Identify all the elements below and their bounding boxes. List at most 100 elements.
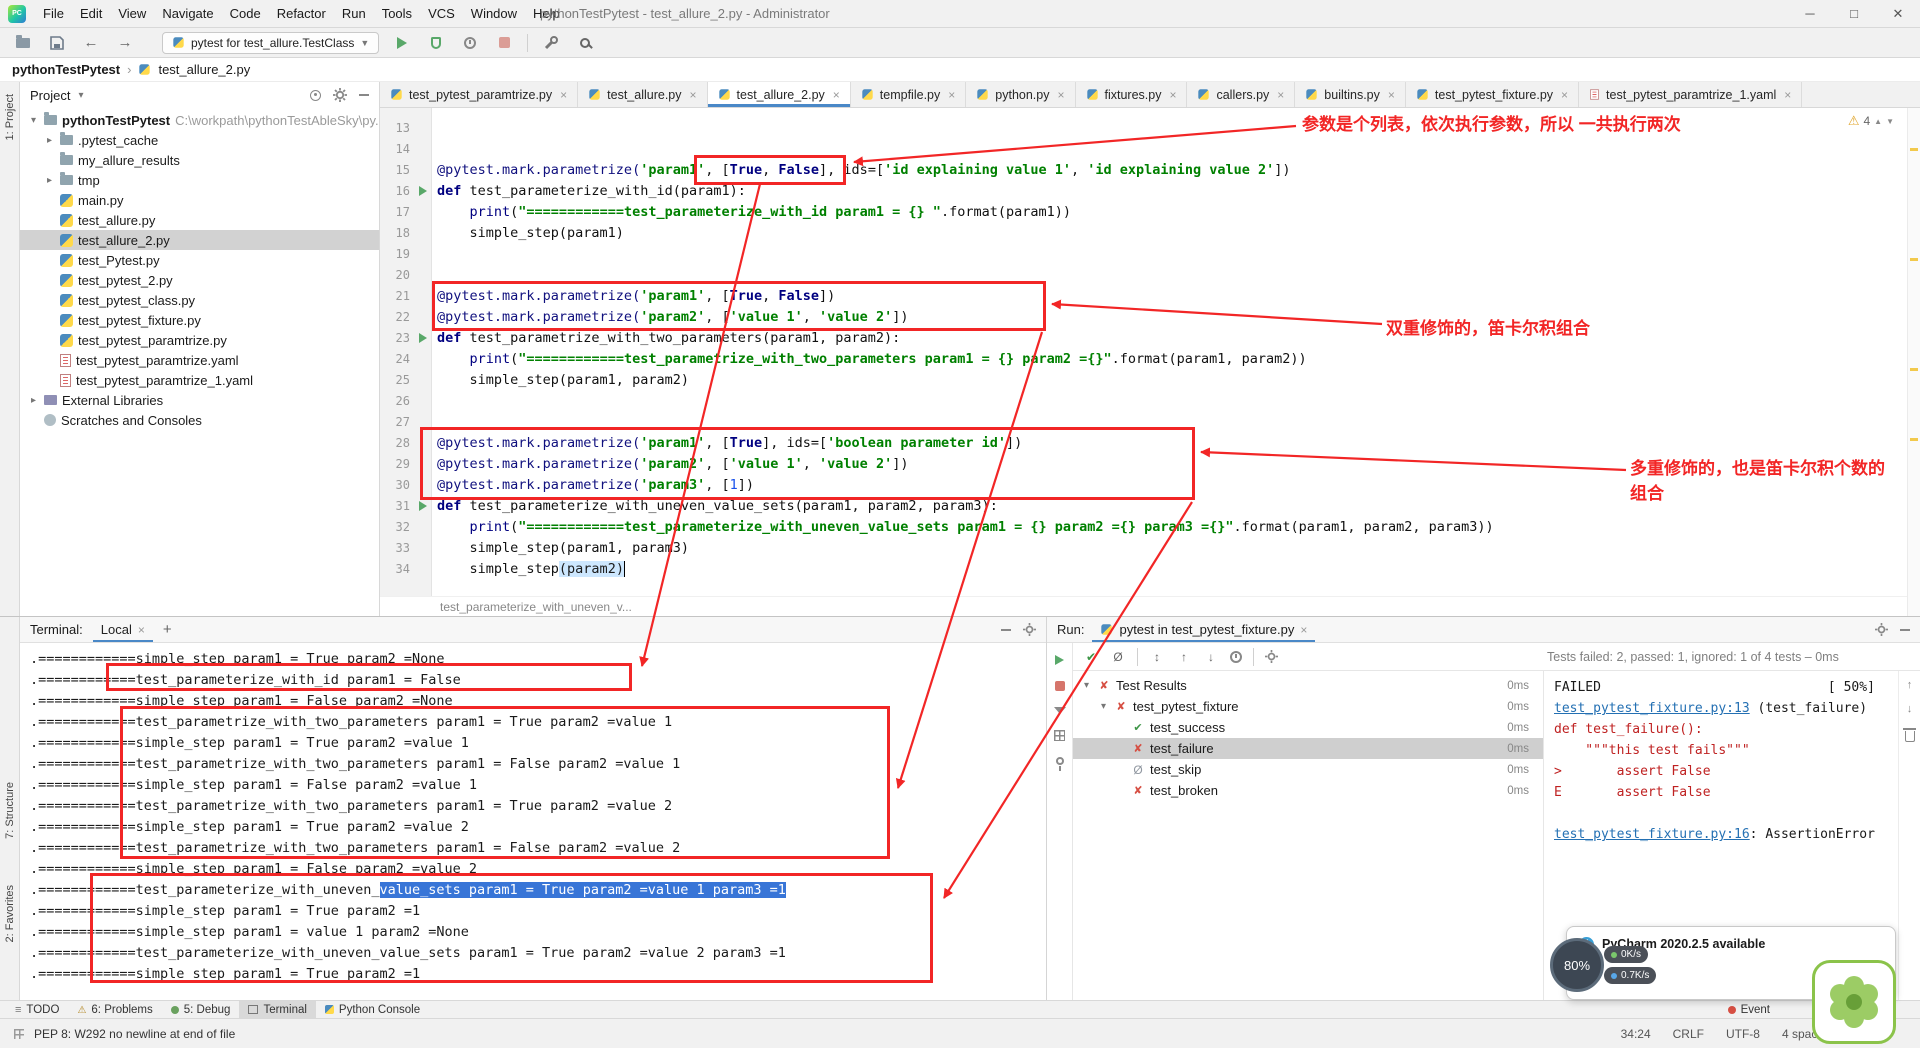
tree-item[interactable]: test_pytest_paramtrize.py [20, 330, 379, 350]
tree-item[interactable]: main.py [20, 190, 379, 210]
editor-tab[interactable]: test_pytest_paramtrize.py × [380, 82, 579, 107]
test-tree-item[interactable]: ✘ test_broken 0ms [1073, 780, 1543, 801]
close-tab-icon[interactable]: × [560, 88, 567, 102]
editor-tab[interactable]: builtins.py × [1295, 82, 1406, 107]
error-stripe[interactable] [1907, 108, 1920, 616]
minimize-panel-icon[interactable] [1001, 628, 1011, 631]
code-line[interactable]: 28 @pytest.mark.parametrize('param1', [Tr… [380, 432, 1494, 453]
caret-position[interactable]: 34:24 [1621, 1027, 1651, 1041]
code-line[interactable]: 24 print("============test_parametrize_w… [380, 348, 1494, 369]
open-project-icon[interactable] [12, 32, 34, 54]
run-configuration-select[interactable]: pytest for test_allure.TestClass ▼ [162, 31, 380, 54]
tree-item[interactable]: test_pytest_fixture.py [20, 310, 379, 330]
previous-failed-icon[interactable]: ↑ [1176, 650, 1192, 664]
test-tree-item[interactable]: ✘ test_failure 0ms [1073, 738, 1543, 759]
menu-item-code[interactable]: Code [223, 2, 268, 25]
scroll-up-icon[interactable]: ↑ [1907, 679, 1913, 691]
toolwindow-button-python-console[interactable]: Python Console [316, 1001, 429, 1018]
code-line[interactable]: 25 simple_step(param1, param2) [380, 369, 1494, 390]
code-line[interactable]: 29 @pytest.mark.parametrize('param2', ['v… [380, 453, 1494, 474]
filter-icon[interactable] [1053, 707, 1066, 714]
close-tab-icon[interactable]: × [1057, 88, 1064, 102]
rerun-icon[interactable] [1055, 655, 1064, 665]
editor-tab[interactable]: test_pytest_fixture.py × [1406, 82, 1580, 107]
code-line[interactable]: 23 def test_parametrize_with_two_paramete… [380, 327, 1494, 348]
tree-item[interactable]: Scratches and Consoles [20, 410, 379, 430]
close-icon[interactable]: ✕ [1876, 0, 1920, 27]
menu-item-vcs[interactable]: VCS [421, 2, 462, 25]
chevron-icon[interactable]: ▸ [44, 135, 55, 146]
test-tree-item[interactable]: ✔ test_success 0ms [1073, 717, 1543, 738]
close-tab-icon[interactable]: × [1169, 88, 1176, 102]
code-line[interactable]: 27 [380, 411, 1494, 432]
stop-icon[interactable] [493, 32, 515, 54]
menu-item-refactor[interactable]: Refactor [270, 2, 333, 25]
close-tab-icon[interactable]: × [833, 88, 840, 102]
menu-item-navigate[interactable]: Navigate [155, 2, 220, 25]
tree-item[interactable]: test_pytest_2.py [20, 270, 379, 290]
code-line[interactable]: 13 [380, 117, 1494, 138]
code-line[interactable]: 15 @pytest.mark.parametrize('param1', [Tr… [380, 159, 1494, 180]
code-line[interactable]: 22 @pytest.mark.parametrize('param2', ['v… [380, 306, 1494, 327]
tree-item[interactable]: my_allure_results [20, 150, 379, 170]
editor-tab[interactable]: callers.py × [1187, 82, 1296, 107]
editor-body[interactable]: 13 14 15 @pytest.mark.parametrize('param1',… [380, 108, 1920, 616]
test-history-icon[interactable] [1054, 730, 1065, 741]
tree-item[interactable]: test_pytest_class.py [20, 290, 379, 310]
search-icon[interactable] [574, 32, 596, 54]
inspection-widget[interactable]: ⚠ 4 ▲ ▼ [1848, 113, 1894, 129]
close-icon[interactable]: × [1300, 623, 1307, 637]
editor-tab[interactable]: test_allure_2.py × [707, 82, 851, 107]
editor-tab[interactable]: tempfile.py × [851, 82, 967, 107]
tool-stripe-project[interactable]: 1: Project [4, 94, 16, 140]
editor-tab[interactable]: test_allure.py × [578, 82, 708, 107]
code-line[interactable]: 21 @pytest.mark.parametrize('param1', [Tr… [380, 285, 1494, 306]
run-tab[interactable]: pytest in test_pytest_fixture.py × [1092, 617, 1315, 642]
line-separator[interactable]: CRLF [1673, 1027, 1704, 1041]
tree-item[interactable]: test_pytest_paramtrize_1.yaml [20, 370, 379, 390]
editor-tab[interactable]: test_pytest_paramtrize_1.yaml × [1579, 82, 1803, 107]
editor-tab[interactable]: python.py × [966, 82, 1076, 107]
event-log-button[interactable]: Event [1727, 1004, 1770, 1016]
coverage-icon[interactable] [425, 32, 447, 54]
run-line-icon[interactable] [413, 332, 432, 343]
pin-icon[interactable] [1055, 757, 1064, 771]
menu-item-window[interactable]: Window [464, 2, 524, 25]
tree-item[interactable]: test_Pytest.py [20, 250, 379, 270]
forward-icon[interactable]: → [114, 32, 136, 54]
gear-icon[interactable] [1265, 650, 1278, 663]
tool-stripe-favorites[interactable]: 2: Favorites [4, 885, 16, 942]
test-duration-icon[interactable] [1230, 650, 1242, 663]
minimize-panel-icon[interactable] [1900, 628, 1910, 631]
profiler-icon[interactable] [459, 32, 481, 54]
menu-item-edit[interactable]: Edit [73, 2, 109, 25]
status-grid-icon[interactable] [14, 1028, 24, 1039]
toolwindow-button-5-debug[interactable]: 5: Debug [162, 1001, 240, 1018]
run-line-icon[interactable] [413, 185, 432, 196]
code-line[interactable]: 34 simple_step(param2) [380, 558, 1494, 579]
scroll-down-icon[interactable]: ↓ [1907, 703, 1913, 715]
file-encoding[interactable]: UTF-8 [1726, 1027, 1760, 1041]
menu-item-tools[interactable]: Tools [375, 2, 419, 25]
terminal-output[interactable]: .============simple_step param1 = True p… [20, 643, 1046, 1000]
tool-stripe-structure[interactable]: 7: Structure [4, 782, 16, 839]
run-line-icon[interactable] [413, 500, 432, 511]
menu-item-file[interactable]: File [36, 2, 71, 25]
code-line[interactable]: 32 print("============test_parameterize_… [380, 516, 1494, 537]
wrench-icon[interactable] [540, 32, 562, 54]
run-icon[interactable] [391, 32, 413, 54]
show-ignored-icon[interactable]: Ø [1110, 650, 1126, 664]
console-file-link[interactable]: test_pytest_fixture.py:13 [1554, 701, 1750, 716]
tree-item[interactable]: ▾ pythonTestPytest C:\workpath\pythonTest… [20, 110, 379, 130]
test-tree-item[interactable]: Øtest_skip 0ms [1073, 759, 1543, 780]
locate-file-icon[interactable] [310, 89, 321, 101]
close-tab-icon[interactable]: × [1561, 88, 1568, 102]
chevron-icon[interactable]: ▾ [1081, 680, 1092, 691]
back-icon[interactable]: ← [80, 32, 102, 54]
code-line[interactable]: 31 def test_parameterize_with_uneven_valu… [380, 495, 1494, 516]
test-tree-item[interactable]: ▾ ✘ test_pytest_fixture 0ms [1073, 696, 1543, 717]
code-line[interactable]: 20 [380, 264, 1494, 285]
new-terminal-icon[interactable]: + [163, 621, 172, 638]
chevron-icon[interactable]: ▾ [1098, 701, 1109, 712]
prev-warning-icon[interactable]: ▲ [1874, 117, 1882, 126]
